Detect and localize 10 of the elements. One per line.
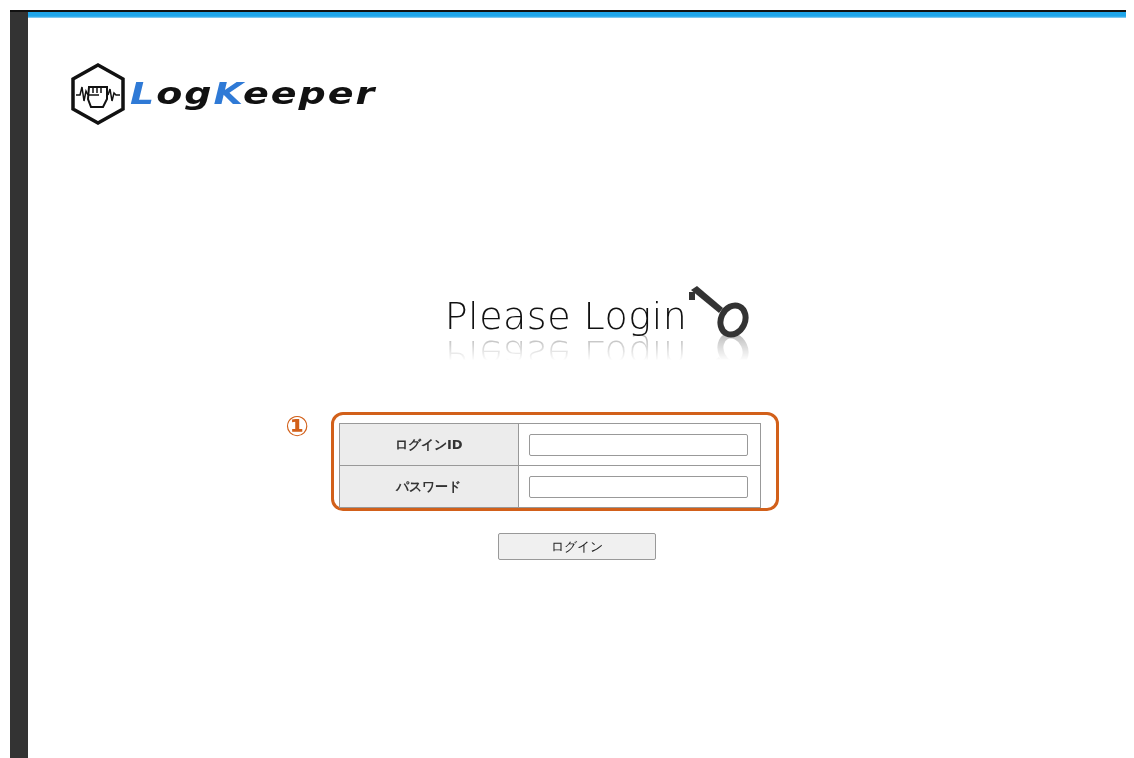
annotation-number: ① [285,412,309,442]
field-label: ログインID [339,424,519,466]
login-button[interactable]: ログイン [498,533,656,560]
input-field[interactable] [528,433,748,456]
logo-text: LogKeeper [130,76,377,112]
field-label: パスワード [339,466,519,508]
page-title: Please Login [444,294,688,338]
fist-hexagon-icon [70,63,126,125]
key-icon [687,286,750,338]
input-field[interactable] [528,475,748,498]
